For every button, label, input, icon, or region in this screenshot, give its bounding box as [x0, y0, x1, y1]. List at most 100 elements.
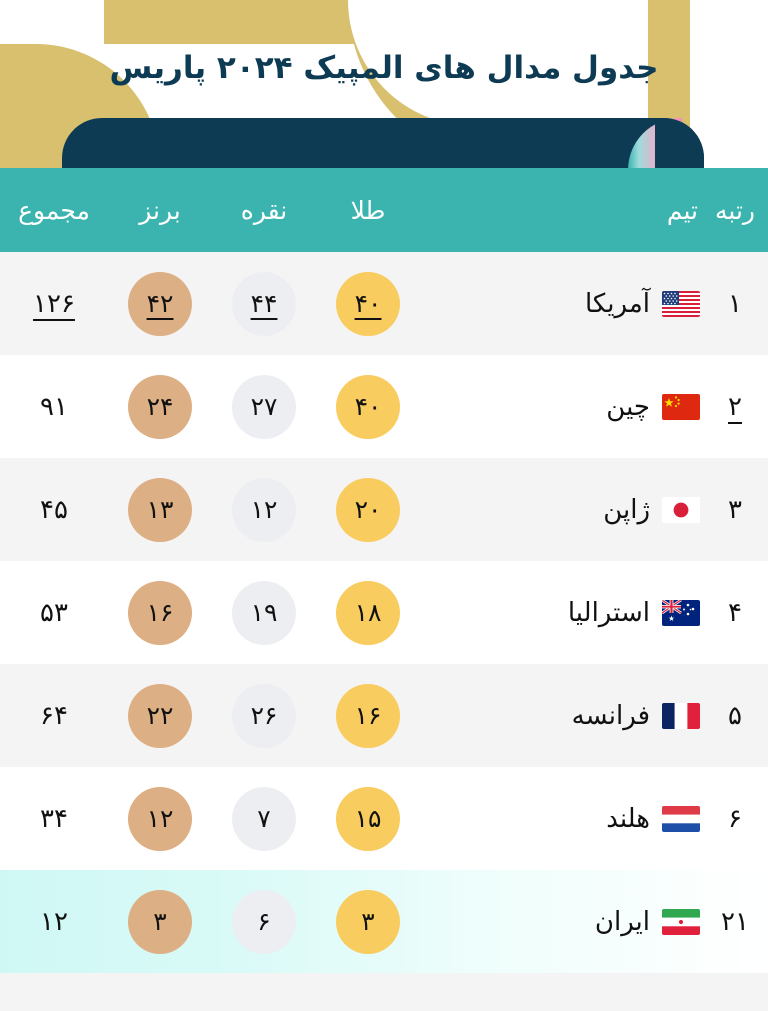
- flag-nl-icon: [662, 805, 700, 832]
- column-header-gold: طلا: [350, 195, 386, 225]
- bronze-medal-badge: ۱۲: [128, 786, 192, 851]
- cell-rank: ۱: [728, 288, 742, 319]
- cell-total: ۴۵: [40, 494, 68, 525]
- page-title: جدول مدال های المپیک ۲۰۲۴ پاریس: [109, 50, 659, 86]
- cell-silver: ۲۷: [212, 374, 316, 439]
- bronze-medal-badge: ۳: [128, 889, 192, 954]
- cell-total: ۱۲: [40, 906, 68, 937]
- silver-medal-badge: ۴۴: [232, 271, 296, 336]
- cell-rank: ۲۱: [721, 906, 749, 937]
- table-row[interactable]: ۱ آمریکا ۴۰ ۴۴ ۴۲ ۱۲۶: [0, 252, 768, 355]
- flag-ir-icon: [662, 908, 700, 935]
- cell-gold: ۴۰: [316, 374, 420, 439]
- cell-team[interactable]: هلند: [514, 804, 702, 834]
- table-body: ۱ آمریکا ۴۰ ۴۴ ۴۲ ۱۲۶ ۲ چین ۴۰ ۲۷ ۲۴ ۹۱ ۳ ژاپن ۲۰ ۱۲ ۱۳ ۴…: [0, 252, 768, 973]
- cell-team[interactable]: ایران: [514, 907, 702, 937]
- silver-medal-badge: ۱۲: [232, 477, 296, 542]
- gold-medal-badge: ۱۸: [336, 580, 400, 645]
- column-header-total: مجموع: [18, 195, 90, 225]
- cell-silver: ۲۶: [212, 683, 316, 748]
- flag-us-icon: [662, 290, 700, 317]
- cell-silver: ۴۴: [212, 271, 316, 336]
- bronze-medal-badge: ۲۴: [128, 374, 192, 439]
- banner: جدول مدال های المپیک ۲۰۲۴ پاریس: [0, 0, 768, 168]
- table-row[interactable]: ۳ ژاپن ۲۰ ۱۲ ۱۳ ۴۵: [0, 458, 768, 561]
- bronze-medal-badge: ۱۶: [128, 580, 192, 645]
- column-header-silver: نقره: [240, 195, 288, 225]
- decor-white-corner: [0, 0, 104, 44]
- column-header-rank: رتبه: [715, 195, 755, 225]
- cell-rank: ۵: [728, 700, 742, 731]
- cell-bronze: ۱۳: [108, 477, 212, 542]
- cell-team[interactable]: ژاپن: [514, 495, 702, 525]
- gold-medal-badge: ۱۶: [336, 683, 400, 748]
- cell-gold: ۱۵: [316, 786, 420, 851]
- cell-team[interactable]: چین: [514, 392, 702, 422]
- table-row[interactable]: ۴ استرالیا ۱۸ ۱۹ ۱۶ ۵۳: [0, 561, 768, 664]
- cell-gold: ۱۸: [316, 580, 420, 645]
- cell-total: ۱۲۶: [33, 288, 75, 319]
- medal-table-page: جدول مدال های المپیک ۲۰۲۴ پاریس رتبه تیم…: [0, 0, 768, 1011]
- flag-jp-icon: [662, 496, 700, 523]
- cell-silver: ۶: [212, 889, 316, 954]
- cell-rank: ۶: [728, 803, 742, 834]
- gold-medal-badge: ۱۵: [336, 786, 400, 851]
- flag-au-icon: [662, 599, 700, 626]
- cell-bronze: ۱۶: [108, 580, 212, 645]
- cell-gold: ۴۰: [316, 271, 420, 336]
- cell-total: ۶۴: [40, 700, 68, 731]
- cell-silver: ۱۹: [212, 580, 316, 645]
- team-name: ژاپن: [603, 494, 650, 525]
- flag-cn-icon: [662, 393, 700, 420]
- cell-gold: ۱۶: [316, 683, 420, 748]
- table-row[interactable]: ۲ چین ۴۰ ۲۷ ۲۴ ۹۱: [0, 355, 768, 458]
- silver-medal-badge: ۶: [232, 889, 296, 954]
- cell-team[interactable]: فرانسه: [514, 701, 702, 731]
- gold-medal-badge: ۴۰: [336, 271, 400, 336]
- decor-navy-bar: [62, 118, 704, 168]
- cell-silver: ۱۲: [212, 477, 316, 542]
- cell-silver: ۷: [212, 786, 316, 851]
- silver-medal-badge: ۲۶: [232, 683, 296, 748]
- column-header-team: تیم: [666, 195, 698, 225]
- silver-medal-badge: ۱۹: [232, 580, 296, 645]
- column-header-bronze: برنز: [139, 195, 181, 225]
- team-name: آمریکا: [584, 288, 650, 319]
- cell-gold: ۳: [316, 889, 420, 954]
- cell-total: ۵۳: [40, 597, 68, 628]
- cell-bronze: ۲۲: [108, 683, 212, 748]
- cell-rank: ۴: [728, 597, 742, 628]
- gold-medal-badge: ۴۰: [336, 374, 400, 439]
- team-name: ایران: [594, 906, 650, 937]
- team-name: هلند: [606, 803, 650, 834]
- team-name: استرالیا: [567, 597, 650, 628]
- medal-table: رتبه تیم طلا نقره برنز مجموع ۱ آمریکا ۴۰ ۴۴…: [0, 168, 768, 973]
- bronze-medal-badge: ۴۲: [128, 271, 192, 336]
- cell-bronze: ۱۲: [108, 786, 212, 851]
- cell-bronze: ۳: [108, 889, 212, 954]
- cell-team[interactable]: استرالیا: [514, 598, 702, 628]
- silver-medal-badge: ۲۷: [232, 374, 296, 439]
- gold-medal-badge: ۲۰: [336, 477, 400, 542]
- cell-bronze: ۴۲: [108, 271, 212, 336]
- bronze-medal-badge: ۲۲: [128, 683, 192, 748]
- cell-bronze: ۲۴: [108, 374, 212, 439]
- table-row[interactable]: ۲۱ ایران ۳ ۶ ۳ ۱۲: [0, 870, 768, 973]
- cell-gold: ۲۰: [316, 477, 420, 542]
- silver-medal-badge: ۷: [232, 786, 296, 851]
- flag-fr-icon: [662, 702, 700, 729]
- bronze-medal-badge: ۱۳: [128, 477, 192, 542]
- cell-rank: ۲: [728, 391, 742, 422]
- team-name: چین: [606, 391, 650, 422]
- gold-medal-badge: ۳: [336, 889, 400, 954]
- cell-rank: ۳: [728, 494, 742, 525]
- cell-team[interactable]: آمریکا: [514, 289, 702, 319]
- table-row[interactable]: ۵ فرانسه ۱۶ ۲۶ ۲۲ ۶۴: [0, 664, 768, 767]
- cell-total: ۹۱: [40, 391, 68, 422]
- cell-total: ۳۴: [40, 803, 68, 834]
- table-header-row: رتبه تیم طلا نقره برنز مجموع: [0, 168, 768, 252]
- footer-strip: [0, 973, 768, 1011]
- team-name: فرانسه: [571, 700, 650, 731]
- table-row[interactable]: ۶ هلند ۱۵ ۷ ۱۲ ۳۴: [0, 767, 768, 870]
- decor-navy-right-cap: [655, 118, 704, 168]
